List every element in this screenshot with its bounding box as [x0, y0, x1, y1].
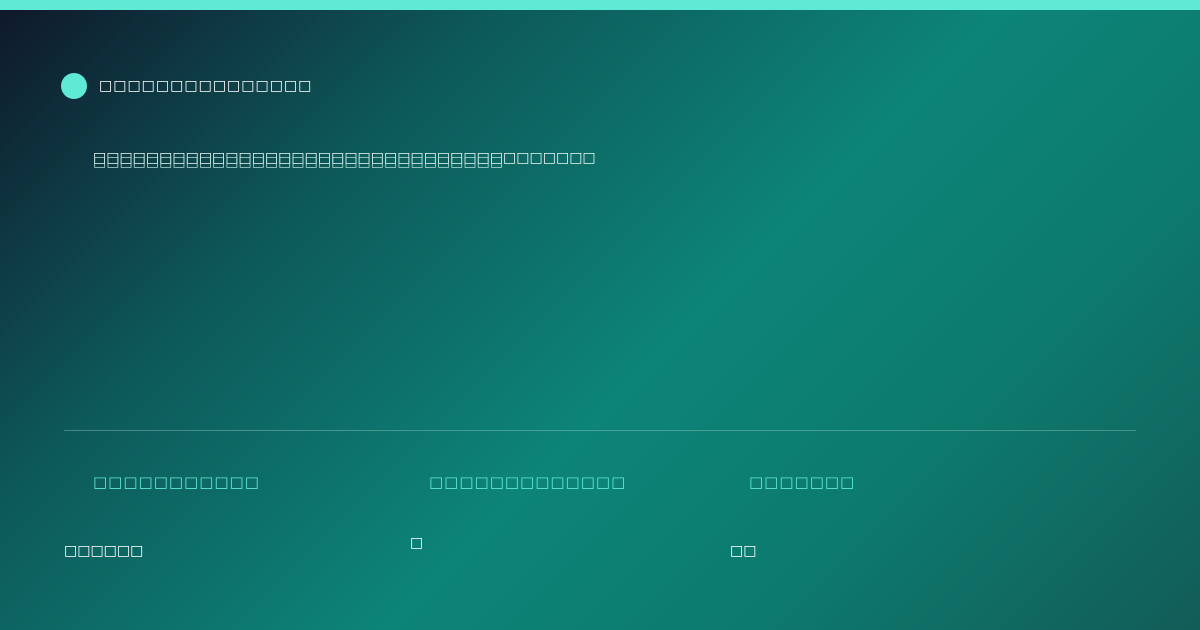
stat-label-2: □□□□□□□□□□□□□: [429, 473, 627, 491]
top-accent-bar: [0, 0, 1200, 10]
divider: [64, 430, 1136, 431]
stat-value-2: □: [410, 535, 424, 551]
headline: □□□□□□□□□□□□□□□□□□□□□□□□□□□□□□□□□□□□□□ □…: [93, 150, 793, 180]
brand-dot-icon: [61, 73, 87, 99]
stat-label-1: □□□□□□□□□□□: [93, 473, 260, 491]
headline-line-2: □□□□□□□□□□□□□□□□□□□□□□□□□□□□□□□: [93, 154, 504, 170]
stat-value-1: □□□□□□: [64, 543, 144, 559]
stat-label-3: □□□□□□□: [749, 473, 856, 491]
brand-name: □□□□□□□□□□□□□□□: [99, 78, 313, 94]
stat-value-3: □□: [730, 543, 757, 559]
brand: □□□□□□□□□□□□□□□: [61, 73, 312, 99]
